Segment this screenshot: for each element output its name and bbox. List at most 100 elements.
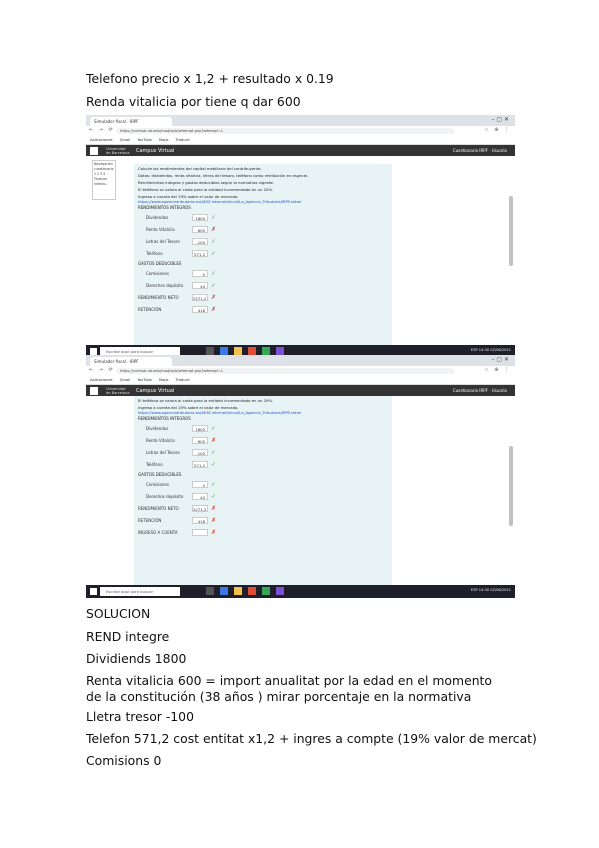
- correct-icon: ✓: [211, 214, 217, 221]
- extensions-icon[interactable]: ☆ ⊕ ⋮: [484, 127, 511, 133]
- answer-input[interactable]: 418: [192, 517, 208, 524]
- incorrect-icon: ✗: [211, 226, 217, 233]
- correct-icon: ✓: [211, 461, 217, 468]
- browser-tab[interactable]: Simulador fiscal - IRPF: [90, 117, 172, 126]
- answer-input[interactable]: -100: [192, 449, 208, 456]
- address-bar: ← → ⟳ https://cvirtual.ub.edu/mod/quiz/a…: [86, 126, 515, 136]
- page-content: El teléfono se valora al coste para la e…: [86, 396, 515, 585]
- answer-input[interactable]: 571,2: [192, 461, 208, 468]
- bookmark-item[interactable]: Gmail: [120, 138, 131, 142]
- incorrect-icon: ✗: [211, 517, 217, 524]
- answer-input[interactable]: 1800: [192, 425, 208, 432]
- folder-icon[interactable]: [234, 587, 242, 595]
- note-line-1: Telefono precio x 1,2 + resultado x 0.19: [86, 71, 334, 86]
- browser-tab-bar: Simulador fiscal - IRPF – ▢ ✕: [86, 355, 515, 366]
- site-logo-icon[interactable]: [90, 147, 98, 155]
- section-heading: GASTOS DEDUCIBLES: [138, 261, 182, 266]
- answer-input[interactable]: 40: [192, 282, 208, 289]
- answer-input[interactable]: 571,2: [192, 250, 208, 257]
- app-icon[interactable]: [276, 587, 284, 595]
- edge-icon[interactable]: [220, 587, 228, 595]
- office-icon[interactable]: [248, 347, 256, 355]
- window-controls[interactable]: – ▢ ✕: [491, 356, 509, 363]
- incorrect-icon: ✗: [211, 505, 217, 512]
- scrollbar[interactable]: [509, 446, 513, 526]
- solution-line-telefon: Telefon 571,2 cost entitat x1,2 + ingres…: [86, 731, 537, 746]
- answer-input[interactable]: 2271,2: [192, 294, 208, 301]
- correct-icon: ✓: [211, 493, 217, 500]
- answer-input[interactable]: -100: [192, 238, 208, 245]
- bookmark-item[interactable]: Aplicaciones: [90, 378, 112, 382]
- bookmarks-bar: Aplicaciones Gmail YouTube Maps Traducir: [86, 136, 515, 145]
- solution-title: SOLUCION: [86, 606, 151, 621]
- task-view-icon[interactable]: [206, 347, 214, 355]
- scrollbar[interactable]: [509, 196, 513, 266]
- solution-line-comisions: Comisions 0: [86, 753, 162, 768]
- screenshot-1: Simulador fiscal - IRPF – ▢ ✕ ← → ⟳ http…: [86, 115, 515, 358]
- bookmark-item[interactable]: Traducir: [176, 138, 190, 142]
- solution-line-rend: REND integre: [86, 629, 170, 644]
- address-bar: ← → ⟳ https://cvirtual.ub.edu/mod/quiz/a…: [86, 366, 515, 376]
- site-name[interactable]: Campus Virtual: [136, 148, 174, 154]
- url-field[interactable]: https://cvirtual.ub.edu/mod/quiz/attempt…: [116, 128, 455, 134]
- bookmark-item[interactable]: Gmail: [120, 378, 131, 382]
- correct-icon: ✓: [211, 449, 217, 456]
- task-view-icon[interactable]: [206, 587, 214, 595]
- correct-icon: ✓: [211, 238, 217, 245]
- question-text: Datos: dividendos, renta vitalicia, letr…: [138, 173, 309, 178]
- bookmark-item[interactable]: YouTube: [137, 138, 152, 142]
- bookmark-item[interactable]: Maps: [159, 138, 168, 142]
- site-name[interactable]: Campus Virtual: [136, 388, 174, 394]
- window-controls[interactable]: – ▢ ✕: [491, 116, 509, 123]
- correct-icon: ✓: [211, 425, 217, 432]
- windows-start-icon[interactable]: [90, 348, 97, 355]
- answer-input[interactable]: 0: [192, 270, 208, 277]
- answer-input[interactable]: 600: [192, 226, 208, 233]
- answer-input[interactable]: [192, 529, 208, 536]
- bookmark-item[interactable]: Maps: [159, 378, 168, 382]
- office-icon[interactable]: [248, 587, 256, 595]
- extensions-icon[interactable]: ☆ ⊕ ⋮: [484, 367, 511, 373]
- user-menu[interactable]: Cuestionario IRPF · Usuario: [453, 148, 507, 153]
- note-line-2: Renda vitalicia por tiene q dar 600: [86, 94, 301, 109]
- nav-arrows-icon[interactable]: ← → ⟳: [89, 127, 115, 133]
- app-icon[interactable]: [276, 347, 284, 355]
- chrome-icon[interactable]: [262, 587, 270, 595]
- bookmark-item[interactable]: Aplicaciones: [90, 138, 112, 142]
- question-text: El teléfono se valora al coste para la e…: [138, 398, 274, 403]
- solution-line-dividends: Dividiends 1800: [86, 651, 187, 666]
- answer-input[interactable]: 418: [192, 306, 208, 313]
- quiz-navigation[interactable]: Navegación cuestionario 1 2 3 4 Finalizar in…: [92, 160, 116, 200]
- question-text: Rendimientos integros y gastos deducible…: [138, 180, 275, 185]
- answer-input[interactable]: 600: [192, 437, 208, 444]
- folder-icon[interactable]: [234, 347, 242, 355]
- answer-input[interactable]: 1800: [192, 214, 208, 221]
- site-brand: Universitat de Barcelona: [106, 387, 130, 395]
- system-tray[interactable]: ESP 14:30 02/06/2021: [471, 348, 511, 352]
- question-panel: El teléfono se valora al coste para la e…: [134, 396, 392, 585]
- system-tray[interactable]: ESP 14:30 02/06/2021: [471, 588, 511, 592]
- bookmark-item[interactable]: YouTube: [137, 378, 152, 382]
- windows-start-icon[interactable]: [90, 588, 97, 595]
- correct-icon: ✓: [211, 270, 217, 277]
- browser-tab[interactable]: Simulador fiscal - IRPF: [90, 357, 172, 366]
- answer-input[interactable]: 2271,2: [192, 505, 208, 512]
- site-logo-icon[interactable]: [90, 387, 98, 395]
- nav-arrows-icon[interactable]: ← → ⟳: [89, 367, 115, 373]
- page-content: Navegación cuestionario 1 2 3 4 Finalizar in…: [86, 156, 515, 345]
- incorrect-icon: ✗: [211, 306, 217, 313]
- incorrect-icon: ✗: [211, 529, 217, 536]
- correct-icon: ✓: [211, 481, 217, 488]
- incorrect-icon: ✗: [211, 437, 217, 444]
- section-heading: RENDIMIENTOS INTEGROS: [138, 205, 191, 210]
- answer-input[interactable]: 40: [192, 493, 208, 500]
- taskbar-search-input[interactable]: Escribe aquí para buscar: [100, 587, 180, 596]
- url-field[interactable]: https://cvirtual.ub.edu/mod/quiz/attempt…: [116, 368, 455, 374]
- answer-input[interactable]: 0: [192, 481, 208, 488]
- chrome-icon[interactable]: [262, 347, 270, 355]
- edge-icon[interactable]: [220, 347, 228, 355]
- user-menu[interactable]: Cuestionario IRPF · Usuario: [453, 388, 507, 393]
- bookmark-item[interactable]: Traducir: [176, 378, 190, 382]
- question-text: Ingreso a cuenta del 19% sobre el valor …: [138, 405, 239, 410]
- taskbar: Escribe aquí para buscar ESP 14:30 02/06…: [86, 585, 515, 598]
